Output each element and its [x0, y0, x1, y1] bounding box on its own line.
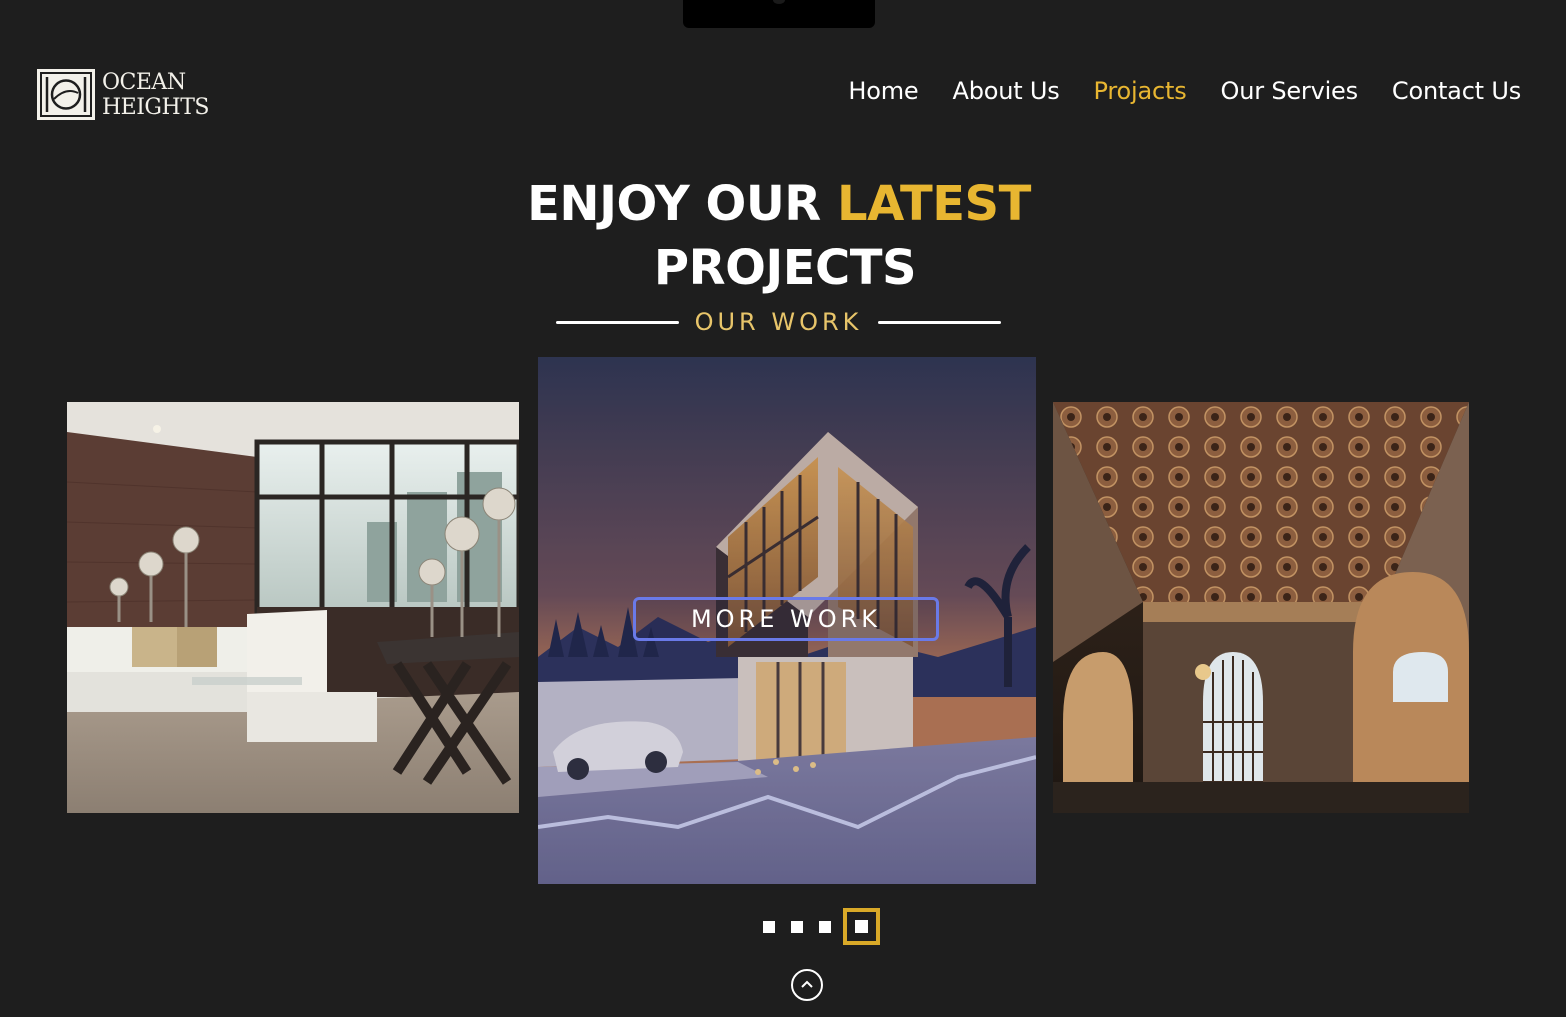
carousel-dot-3[interactable]	[819, 920, 831, 933]
divider-left	[556, 320, 679, 324]
carousel-dot-4-active[interactable]	[843, 908, 880, 945]
main-nav: Home About Us Projacts Our Servies Conta…	[848, 75, 1521, 107]
nav-item-about-us[interactable]: About Us	[952, 75, 1059, 107]
divider-right	[877, 320, 1001, 324]
scroll-top-button[interactable]	[791, 969, 823, 1001]
ocean-heights-logo-icon	[37, 69, 95, 120]
ornate-hall-image	[1053, 402, 1469, 813]
brand-name-line1: OCEAN	[102, 69, 186, 95]
nav-item-contact-us[interactable]: Contact Us	[1392, 75, 1521, 107]
carousel-dot-1[interactable]	[763, 920, 775, 933]
brand-name-line2: HEIGHTS	[102, 94, 209, 120]
project-slide-living-room[interactable]	[67, 402, 519, 813]
title-part1: ENJOY OUR	[527, 176, 837, 232]
active-dot-inner	[855, 920, 868, 933]
title-highlight: LATEST	[836, 176, 1031, 232]
section-title-line1: ENJOY OUR LATEST	[0, 172, 1566, 236]
nav-item-home[interactable]: Home	[848, 75, 918, 107]
living-room-image	[67, 402, 519, 813]
chevron-up-icon	[801, 980, 813, 988]
section-subtitle: OUR WORK	[556, 308, 1001, 336]
more-work-button[interactable]: MORE WORK	[633, 597, 939, 641]
device-notch	[683, 0, 875, 28]
nav-item-our-services[interactable]: Our Servies	[1221, 75, 1359, 107]
nav-item-projects[interactable]: Projacts	[1094, 75, 1187, 107]
section-title-line2: PROJECTS	[653, 240, 917, 296]
subtitle-text: OUR WORK	[694, 308, 863, 336]
project-slide-ornate-hall[interactable]	[1053, 402, 1469, 813]
carousel-dot-2[interactable]	[791, 920, 803, 933]
section-title: ENJOY OUR LATEST PROJECTS	[0, 172, 1566, 300]
carousel-pagination	[763, 908, 880, 945]
brand-name: OCEAN HEIGHTS	[102, 70, 209, 120]
brand-logo[interactable]: OCEAN HEIGHTS	[37, 69, 209, 120]
